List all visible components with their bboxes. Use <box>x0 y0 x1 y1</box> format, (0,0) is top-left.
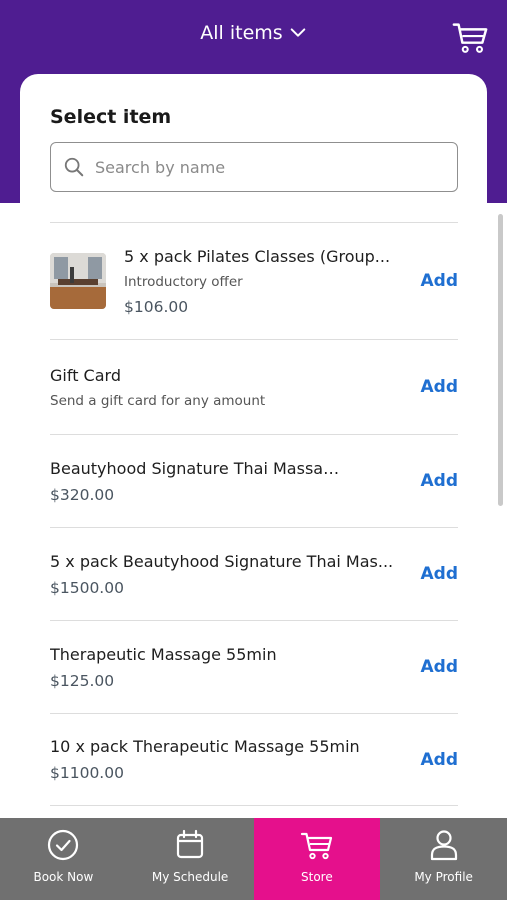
cart-icon[interactable] <box>451 18 489 56</box>
add-button[interactable]: Add <box>421 564 459 584</box>
search-icon <box>64 157 84 177</box>
person-icon <box>430 830 457 861</box>
item-subtitle: Introductory offer <box>124 273 243 290</box>
select-item-card: Select item 5 x pack Pilates Classes (Gr… <box>20 74 487 834</box>
item-name: Gift Card <box>50 365 121 385</box>
tab-store[interactable]: Store <box>253 818 381 900</box>
add-button[interactable]: Add <box>421 271 459 291</box>
item-subtitle: Send a gift card for any amount <box>50 392 266 409</box>
search-box[interactable] <box>50 142 458 192</box>
list-item: Beautyhood Signature Thai Massage $320.0… <box>50 434 458 527</box>
tab-label: My Schedule <box>151 870 229 884</box>
check-circle-icon <box>48 829 79 861</box>
item-name: 10 x pack Therapeutic Massage 55min <box>50 737 360 756</box>
item-name: Beautyhood Signature Thai Massage <box>50 458 340 478</box>
bottom-tab-bar: Book Now My Schedule Store My Profile <box>0 818 507 900</box>
add-button[interactable]: Add <box>421 750 459 770</box>
chevron-down-icon <box>290 28 305 37</box>
item-price: $320.00 <box>50 485 115 504</box>
tab-book-now[interactable]: Book Now <box>0 818 127 900</box>
item-price: $1500.00 <box>50 578 124 597</box>
add-button[interactable]: Add <box>421 657 459 677</box>
scrollbar[interactable] <box>498 214 503 506</box>
card-title: Select item <box>50 106 172 128</box>
tab-label: Store <box>301 870 333 884</box>
add-button[interactable]: Add <box>421 377 459 397</box>
add-button[interactable]: Add <box>421 471 459 491</box>
item-name: 5 x pack Pilates Classes (Group... <box>124 246 391 266</box>
search-input[interactable] <box>95 157 455 177</box>
calendar-icon <box>177 829 204 859</box>
tab-my-profile[interactable]: My Profile <box>380 818 507 900</box>
category-dropdown-label: All items <box>200 22 283 44</box>
list-item: 10 x pack Therapeutic Massage 55min $110… <box>50 713 458 806</box>
category-dropdown[interactable]: All items <box>0 22 507 44</box>
list-item: 5 x pack Beautyhood Signature Thai Mas..… <box>50 527 458 620</box>
tab-label: Book Now <box>33 870 94 884</box>
item-price: $106.00 <box>124 297 189 316</box>
tab-label: My Profile <box>414 870 473 884</box>
list-item: Gift Card Send a gift card for any amoun… <box>50 339 458 434</box>
cart-icon <box>300 832 332 860</box>
item-name: Therapeutic Massage 55min <box>50 644 277 664</box>
item-price: $125.00 <box>50 671 115 690</box>
item-price: $1100.00 <box>50 764 124 782</box>
list-item: Therapeutic Massage 55min $125.00 Add <box>50 620 458 713</box>
item-thumbnail <box>50 253 106 309</box>
item-list: 5 x pack Pilates Classes (Group... Intro… <box>50 222 458 806</box>
list-item: 5 x pack Pilates Classes (Group... Intro… <box>50 222 458 339</box>
item-name: 5 x pack Beautyhood Signature Thai Mas..… <box>50 551 394 571</box>
tab-my-schedule[interactable]: My Schedule <box>127 818 254 900</box>
